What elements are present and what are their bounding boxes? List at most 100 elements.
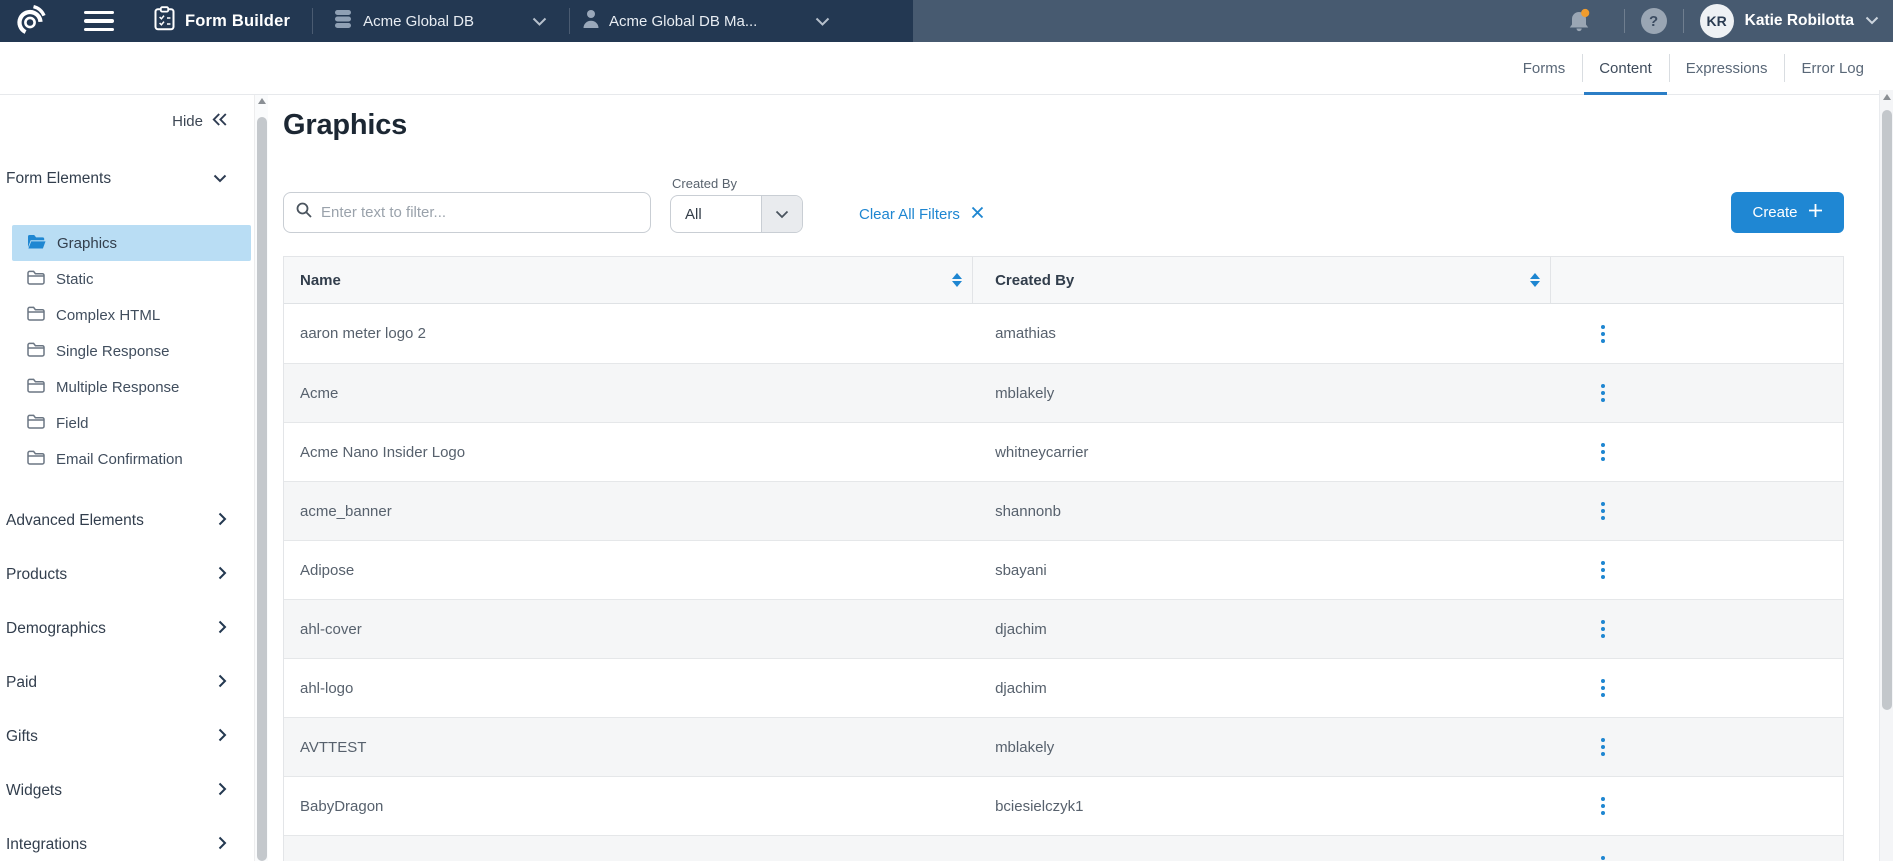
- sidebar-section-form-elements[interactable]: Form Elements: [0, 164, 254, 194]
- clear-all-filters-label: Clear All Filters: [859, 206, 960, 223]
- divider: [569, 8, 570, 34]
- hide-label: Hide: [172, 113, 203, 130]
- sidebar-sections: Advanced Elements Products Demographics …: [0, 494, 254, 861]
- database-selector[interactable]: Acme Global DB: [332, 8, 547, 35]
- chevron-right-icon: [218, 782, 227, 801]
- create-button-label: Create: [1752, 204, 1797, 221]
- logo-icon[interactable]: [12, 3, 48, 39]
- database-icon: [332, 8, 354, 35]
- scroll-up-arrow-icon[interactable]: [255, 98, 268, 104]
- cell-created-by: djachim: [973, 680, 1551, 697]
- sidebar-item-complex-html[interactable]: Complex HTML: [12, 297, 251, 333]
- sidebar-section-integrations[interactable]: Integrations: [0, 818, 254, 861]
- close-icon[interactable]: [971, 206, 984, 223]
- sidebar-item-email-confirmation[interactable]: Email Confirmation: [12, 441, 251, 477]
- created-by-select[interactable]: All: [670, 195, 803, 233]
- created-by-value: All: [685, 206, 702, 223]
- cell-name: BabyDragon: [284, 798, 973, 815]
- kebab-menu-icon[interactable]: [1596, 380, 1610, 406]
- sidebar-section-advanced-elements[interactable]: Advanced Elements: [0, 494, 254, 548]
- cell-name: acme_banner: [284, 503, 973, 520]
- kebab-menu-icon[interactable]: [1596, 734, 1610, 760]
- cell-created-by: bciesielczyk1: [973, 798, 1551, 815]
- chevron-right-icon: [218, 620, 227, 639]
- hamburger-menu-icon[interactable]: [84, 11, 114, 32]
- search-icon: [296, 202, 312, 223]
- graphics-table: Name Created By aaron meter logo 2 amath…: [283, 256, 1844, 861]
- profile-selector[interactable]: Acme Global DB Ma...: [582, 9, 830, 34]
- sidebar-scrollbar[interactable]: [254, 95, 268, 861]
- select-chevron-button[interactable]: [761, 196, 802, 232]
- section-label: Widgets: [6, 782, 62, 800]
- column-header-name[interactable]: Name: [284, 257, 973, 303]
- table-row: Acme mblakely: [284, 363, 1843, 422]
- column-header-created-by[interactable]: Created By: [973, 257, 1551, 303]
- sidebar-scrollbar-thumb[interactable]: [257, 117, 267, 861]
- notification-badge: [1581, 9, 1589, 17]
- page-scrollbar-thumb[interactable]: [1882, 110, 1892, 710]
- sidebar-section-gifts[interactable]: Gifts: [0, 710, 254, 764]
- filter-text-input[interactable]: [321, 204, 638, 221]
- form-elements-list: Graphics Static Complex HTML: [0, 225, 254, 477]
- clear-all-filters-link[interactable]: Clear All Filters: [859, 206, 984, 223]
- scroll-up-arrow-icon[interactable]: [1880, 94, 1893, 100]
- sidebar-item-label: Email Confirmation: [56, 451, 183, 468]
- chevron-down-icon: [815, 17, 830, 26]
- chevron-right-icon: [218, 674, 227, 693]
- page-scrollbar[interactable]: [1879, 90, 1893, 861]
- app-title: Form Builder: [185, 12, 290, 31]
- sidebar-hide-button[interactable]: Hide: [0, 108, 254, 134]
- help-icon[interactable]: ?: [1641, 8, 1667, 34]
- sidebar-section-widgets[interactable]: Widgets: [0, 764, 254, 818]
- cell-created-by: djachim: [973, 621, 1551, 638]
- table-header: Name Created By: [284, 257, 1843, 304]
- chevron-down-icon: [775, 210, 789, 219]
- notifications-button[interactable]: [1567, 8, 1592, 34]
- sort-icon[interactable]: [1530, 273, 1540, 287]
- avatar: KR: [1700, 4, 1734, 38]
- top-bar-right: ? KR Katie Robilotta: [913, 0, 1893, 42]
- plus-icon: [1808, 203, 1823, 222]
- sidebar-section-paid[interactable]: Paid: [0, 656, 254, 710]
- top-bar: Form Builder Acme Global DB: [0, 0, 1893, 42]
- tab-error-log[interactable]: Error Log: [1784, 42, 1881, 94]
- tab-forms[interactable]: Forms: [1506, 42, 1583, 94]
- chevron-right-icon: [218, 728, 227, 747]
- kebab-menu-icon[interactable]: [1596, 439, 1610, 465]
- sort-icon[interactable]: [952, 273, 962, 287]
- sidebar-section-demographics[interactable]: Demographics: [0, 602, 254, 656]
- cell-name: ahl-cover: [284, 621, 973, 638]
- sidebar-section-products[interactable]: Products: [0, 548, 254, 602]
- section-label: Integrations: [6, 836, 87, 854]
- kebab-menu-icon[interactable]: [1596, 321, 1610, 347]
- kebab-menu-icon[interactable]: [1596, 616, 1610, 642]
- create-button[interactable]: Create: [1731, 192, 1844, 233]
- kebab-menu-icon[interactable]: [1596, 557, 1610, 583]
- kebab-menu-icon[interactable]: [1596, 498, 1610, 524]
- folder-icon: [27, 378, 45, 397]
- sidebar-item-multiple-response[interactable]: Multiple Response: [12, 369, 251, 405]
- sidebar-item-graphics[interactable]: Graphics: [12, 225, 251, 261]
- user-menu[interactable]: KR Katie Robilotta: [1700, 4, 1879, 38]
- divider: [312, 8, 313, 34]
- section-label: Form Elements: [6, 170, 111, 188]
- kebab-menu-icon[interactable]: [1596, 793, 1610, 819]
- sidebar-item-static[interactable]: Static: [12, 261, 251, 297]
- chevron-right-icon: [218, 566, 227, 585]
- filter-bar: Created By All Clear All Filters: [283, 176, 1844, 233]
- tab-content[interactable]: Content: [1582, 42, 1669, 94]
- table-row: AVTTEST mblakely: [284, 717, 1843, 776]
- main-content: Graphics Created By All: [268, 95, 1893, 861]
- database-selector-label: Acme Global DB: [363, 13, 474, 30]
- sidebar-item-field[interactable]: Field: [12, 405, 251, 441]
- chevron-down-icon: [1865, 12, 1879, 30]
- tab-expressions[interactable]: Expressions: [1669, 42, 1785, 94]
- filter-search-box[interactable]: [283, 192, 651, 233]
- kebab-menu-icon[interactable]: [1596, 675, 1610, 701]
- sidebar: Hide Form Elements: [0, 95, 254, 861]
- sidebar-item-single-response[interactable]: Single Response: [12, 333, 251, 369]
- kebab-menu-icon[interactable]: [1596, 852, 1610, 861]
- divider: [1683, 9, 1684, 33]
- top-bar-left: Form Builder Acme Global DB: [0, 0, 913, 42]
- app-window: Form Builder Acme Global DB: [0, 0, 1893, 861]
